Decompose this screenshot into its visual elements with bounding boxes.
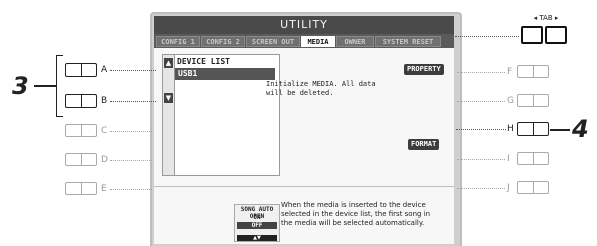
song-auto-open-control[interactable]: SONG AUTO OPEN ON OFF ▲▼: [234, 204, 280, 242]
button-f-label: F: [507, 67, 513, 77]
button-c-label: C: [101, 126, 108, 136]
button-i-label: I: [507, 154, 510, 164]
tab-label-text: TAB: [539, 14, 553, 22]
callout-line-right: [550, 129, 570, 131]
button-d-leader: [110, 160, 152, 161]
tab-system-reset[interactable]: SYSTEM RESET: [375, 36, 441, 47]
button-a[interactable]: [65, 63, 97, 77]
button-d-label: D: [101, 155, 108, 165]
up-down-arrows-icon: ▲▼: [237, 235, 277, 241]
callout-number-4: 4: [572, 115, 589, 143]
button-h[interactable]: [517, 122, 549, 136]
button-c-leader: [110, 131, 152, 132]
tab-screen-out[interactable]: SCREEN OUT: [246, 36, 300, 47]
button-f[interactable]: [517, 65, 549, 78]
song-auto-open-on[interactable]: ON: [237, 214, 277, 221]
button-g-leader: [457, 101, 505, 102]
song-auto-open-off[interactable]: OFF: [237, 222, 277, 229]
button-b[interactable]: [65, 94, 97, 108]
button-i[interactable]: [517, 152, 549, 165]
tab-left-button[interactable]: [521, 26, 543, 44]
button-g-label: G: [507, 96, 514, 106]
format-button[interactable]: FORMAT: [408, 139, 440, 150]
tab-config-2[interactable]: CONFIG 2: [201, 36, 245, 47]
lcd-screen: UTILITY CONFIG 1 CONFIG 2 SCREEN OUT MED…: [154, 16, 454, 244]
screen-content: ▲ ▼ DEVICE LIST USB1 PROPERTY Initialize…: [154, 48, 454, 244]
device-list-item-usb1[interactable]: USB1: [175, 68, 275, 80]
tab-config-1[interactable]: CONFIG 1: [156, 36, 200, 47]
button-j-label: J: [507, 183, 510, 193]
button-b-label: B: [101, 96, 108, 106]
button-b-leader: [110, 101, 156, 102]
tab-nav-label: ◂ TAB ▸: [524, 14, 568, 22]
tab-right-button[interactable]: [545, 26, 567, 44]
tab-owner[interactable]: OWNER: [336, 36, 374, 47]
device-list: ▲ ▼ DEVICE LIST USB1: [162, 54, 280, 176]
callout-line-left: [34, 85, 56, 87]
button-j[interactable]: [517, 181, 549, 194]
button-d[interactable]: [65, 153, 97, 166]
button-e[interactable]: [65, 182, 97, 195]
button-g[interactable]: [517, 94, 549, 107]
button-c[interactable]: [65, 124, 97, 137]
callout-number-3: 3: [12, 72, 29, 100]
button-a-leader: [110, 70, 156, 71]
callout-bracket-left: [56, 55, 63, 117]
screen-title: UTILITY: [154, 16, 454, 34]
format-message: Initialize MEDIA. All data will be delet…: [266, 80, 376, 97]
button-j-leader: [457, 188, 505, 189]
device-list-scroll: ▲ ▼: [163, 55, 175, 175]
button-f-leader: [457, 72, 505, 73]
tab-media[interactable]: MEDIA: [301, 36, 335, 47]
button-e-label: E: [101, 184, 107, 194]
property-button[interactable]: PROPERTY: [404, 64, 444, 75]
scroll-up-icon[interactable]: ▲: [164, 58, 173, 68]
tab-leader-line: [455, 36, 519, 37]
tab-right-arrow-icon: ▸: [552, 14, 559, 22]
tab-bar: CONFIG 1 CONFIG 2 SCREEN OUT MEDIA OWNER…: [154, 34, 454, 48]
button-h-label: H: [507, 124, 514, 134]
button-a-label: A: [101, 65, 108, 75]
button-h-leader: [456, 129, 506, 130]
scroll-down-icon[interactable]: ▼: [164, 93, 173, 103]
screen-divider: [154, 186, 454, 187]
song-auto-open-description: When the media is inserted to the device…: [281, 201, 431, 227]
device-list-header: DEVICE LIST: [177, 57, 230, 66]
button-i-leader: [457, 159, 505, 160]
button-e-leader: [110, 189, 152, 190]
